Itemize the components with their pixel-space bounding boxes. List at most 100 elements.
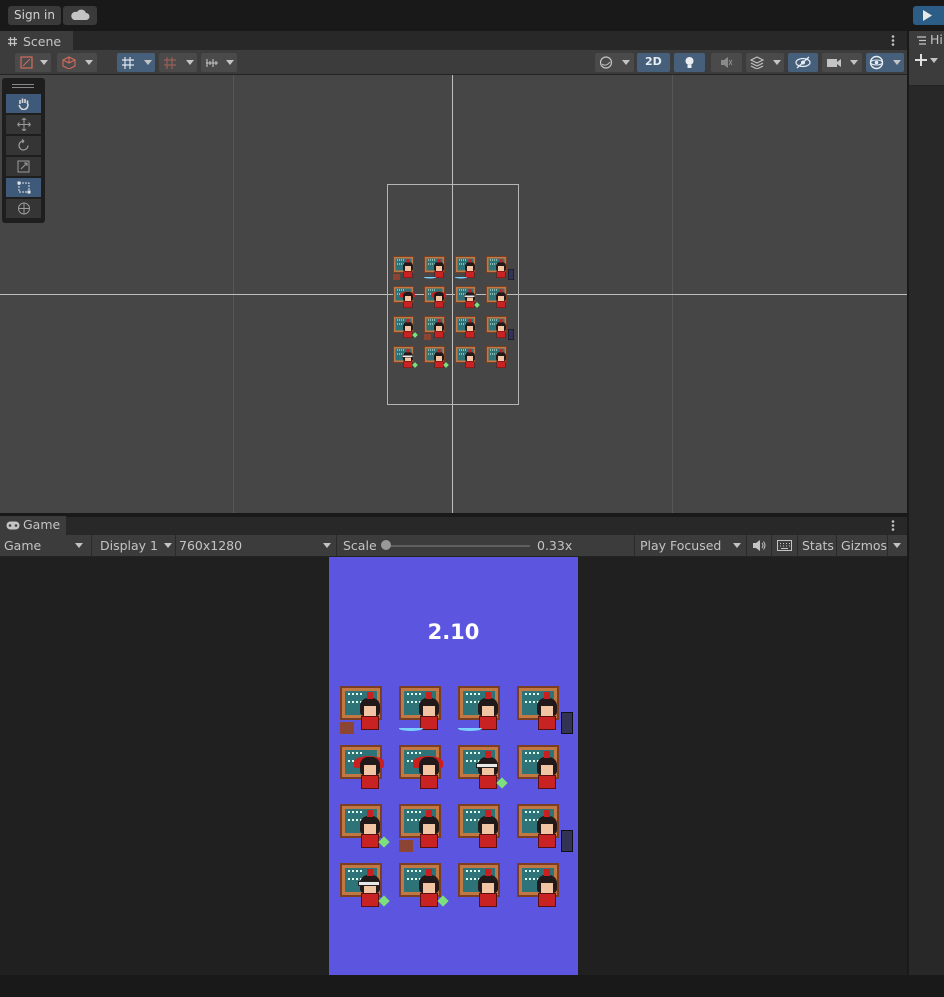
rect-tool[interactable] (6, 178, 41, 197)
sign-in-button[interactable]: Sign in (8, 6, 61, 25)
scene-camera-dropdown[interactable] (57, 53, 97, 72)
character-card-goggle (455, 286, 483, 311)
transform-tool-icon (18, 202, 30, 215)
effects-dropdown[interactable] (746, 53, 784, 72)
game-tab-bar (0, 516, 907, 535)
mode-2d-toggle[interactable]: 2D (637, 53, 670, 72)
scene-tab-label: Scene (23, 34, 62, 49)
move-tool[interactable] (6, 115, 41, 134)
scene-more-menu-icon[interactable] (889, 34, 897, 47)
character-card-sword (399, 686, 455, 736)
timer-text: 2.10 (427, 620, 480, 644)
gizmos-dropdown-icon[interactable] (893, 543, 901, 548)
snap-grid-icon (164, 57, 176, 69)
layers-icon (750, 56, 764, 69)
palette-grip (12, 84, 34, 85)
stats-button[interactable]: Stats (802, 538, 834, 553)
grid-snap-toggle[interactable] (117, 53, 155, 72)
tab-game[interactable]: Game (0, 516, 66, 535)
shading-icon (20, 56, 33, 69)
character-card-plain (486, 346, 514, 371)
play-mode-select-label[interactable]: Play Focused (640, 538, 721, 553)
character-card-plain (517, 863, 573, 913)
character-card-desk (424, 316, 452, 341)
play-button[interactable] (913, 6, 944, 25)
keyboard-icon[interactable] (777, 540, 792, 551)
character-card-sword (455, 256, 483, 281)
snap-increment-dropdown[interactable] (159, 53, 197, 72)
display-select-label[interactable]: Display 1 (100, 538, 158, 553)
character-card-gem (340, 804, 396, 854)
game-tab-label: Game (23, 517, 61, 532)
character-card-plain (458, 863, 514, 913)
hand-tool-icon (18, 98, 29, 110)
scale-tool-icon (17, 160, 30, 173)
character-card-plain (486, 286, 514, 311)
tab-scene[interactable]: Scene (0, 31, 73, 50)
hierarchy-panel (907, 31, 944, 975)
character-card-goggle (340, 863, 396, 913)
rotate-tool[interactable] (6, 136, 41, 155)
character-card-tv (517, 804, 573, 854)
hierarchy-tab-label: Hi (930, 32, 943, 47)
palette-grip (12, 87, 34, 88)
view-select-label[interactable]: Game (4, 538, 41, 553)
character-card-plain (455, 346, 483, 371)
cloud-icon (71, 9, 90, 20)
play-mode-dropdown-icon[interactable] (733, 543, 741, 548)
gamepad-icon (6, 521, 20, 530)
cloud-button[interactable] (63, 6, 97, 25)
character-card-goggle (458, 745, 514, 795)
grid-icon (8, 37, 17, 46)
camera-settings-dropdown[interactable] (822, 53, 862, 72)
rotate-tool-icon (18, 139, 29, 151)
resolution-select-label[interactable]: 760x1280 (179, 538, 242, 553)
character-card-plain (458, 804, 514, 854)
ruler-dropdown[interactable] (201, 53, 237, 72)
transform-tool[interactable] (6, 199, 41, 218)
character-card-crown (393, 286, 421, 311)
move-tool-icon (17, 118, 31, 131)
character-card-crown (424, 286, 452, 311)
resolution-select-dropdown-icon[interactable] (323, 543, 331, 548)
hand-tool[interactable] (6, 94, 41, 113)
scale-slider-track[interactable] (386, 545, 530, 547)
audio-mute-icon (721, 57, 733, 68)
ruler-icon (206, 59, 218, 67)
play-icon (923, 10, 932, 21)
top-toolbar (0, 0, 944, 30)
scene-tab-bar (0, 31, 907, 50)
hierarchy-toolbar (909, 50, 944, 86)
hidden-objects-toggle[interactable] (788, 53, 818, 72)
view-select-dropdown-icon[interactable] (75, 543, 83, 548)
character-card-tv (486, 316, 514, 341)
scene-viewport[interactable] (0, 75, 907, 513)
tab-hierarchy[interactable]: Hi (909, 31, 944, 50)
character-card-desk (340, 686, 396, 736)
character-card-gem (399, 863, 455, 913)
gizmos-button[interactable]: Gizmos (841, 538, 887, 553)
mode-2d-label: 2D (645, 55, 662, 68)
character-card-tv (486, 256, 514, 281)
draw-mode-dropdown[interactable] (15, 53, 51, 72)
character-card-tv (517, 686, 573, 736)
add-icon[interactable] (914, 53, 928, 67)
scale-label: Scale (343, 538, 377, 553)
status-bar (0, 975, 944, 997)
gizmos-dropdown[interactable] (866, 53, 904, 72)
character-card-gem (424, 346, 452, 371)
scale-tool[interactable] (6, 157, 41, 176)
audio-icon[interactable] (752, 539, 766, 552)
display-select-dropdown-icon[interactable] (164, 543, 172, 548)
character-card-plain (517, 745, 573, 795)
character-card-sword (424, 256, 452, 281)
audio-toggle[interactable] (711, 53, 742, 72)
list-icon (917, 36, 926, 45)
scale-slider-thumb[interactable] (381, 540, 391, 550)
game-more-menu-icon[interactable] (889, 519, 897, 532)
tool-palette (2, 78, 45, 223)
eye-hidden-icon (795, 56, 811, 69)
lighting-toggle[interactable] (674, 53, 705, 72)
render-mode-dropdown[interactable] (595, 53, 634, 72)
character-card-goggle (393, 346, 421, 371)
